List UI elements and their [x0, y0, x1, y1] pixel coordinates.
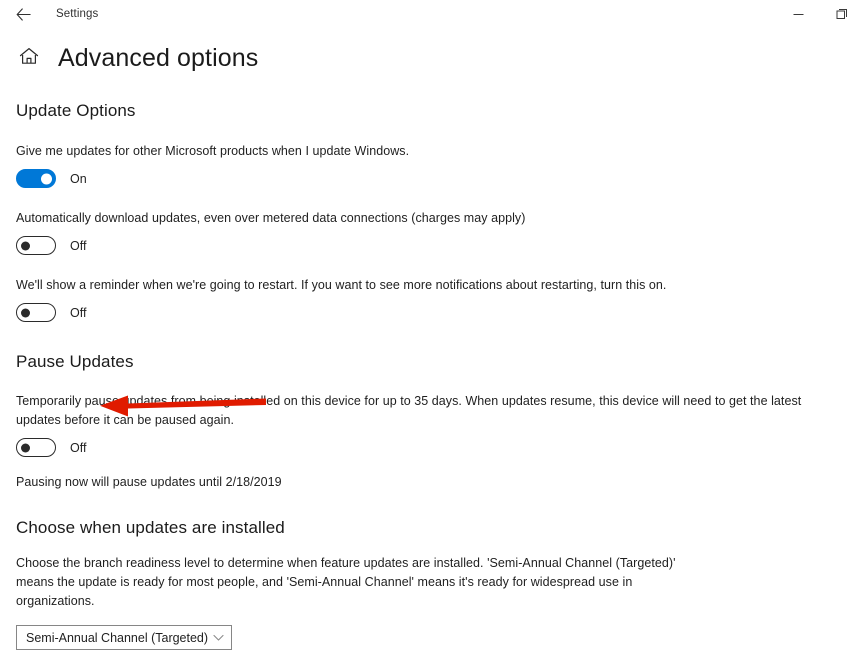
- toggle-knob: [21, 241, 30, 250]
- branch-readiness-value: Semi-Annual Channel (Targeted): [26, 630, 209, 645]
- pause-updates-toggle[interactable]: [16, 438, 56, 457]
- toggle-state-label: Off: [70, 305, 87, 320]
- setting-pause-updates: Temporarily pause updates from being ins…: [16, 392, 848, 492]
- minimize-button[interactable]: [776, 0, 820, 28]
- window-controls: [776, 0, 864, 28]
- section-update-options: Update Options Give me updates for other…: [16, 101, 848, 322]
- branch-readiness-dropdown[interactable]: Semi-Annual Channel (Targeted): [16, 625, 232, 650]
- setting-description: We'll show a reminder when we're going t…: [16, 278, 667, 292]
- title-bar: Settings: [0, 0, 864, 28]
- minimize-icon: [793, 9, 804, 20]
- section-choose-when-installed: Choose when updates are installed Choose…: [16, 518, 848, 650]
- settings-content: Update Options Give me updates for other…: [0, 101, 864, 650]
- restart-reminder-toggle[interactable]: [16, 303, 56, 322]
- setting-microsoft-products: Give me updates for other Microsoft prod…: [16, 142, 848, 188]
- home-button[interactable]: [16, 46, 42, 72]
- setting-description: Temporarily pause updates from being ins…: [16, 394, 802, 427]
- microsoft-products-toggle[interactable]: [16, 169, 56, 188]
- setting-description: Automatically download updates, even ove…: [16, 211, 526, 225]
- back-button[interactable]: [6, 1, 40, 27]
- toggle-knob: [41, 173, 52, 184]
- toggle-state-label: Off: [70, 238, 87, 253]
- chevron-down-icon: [213, 634, 224, 642]
- branch-readiness-description: Choose the branch readiness level to det…: [16, 556, 676, 608]
- app-title: Settings: [56, 8, 99, 20]
- page-title: Advanced options: [58, 44, 259, 72]
- restore-icon: [836, 8, 848, 20]
- toggle-state-label: On: [70, 171, 87, 186]
- restore-button[interactable]: [820, 0, 864, 28]
- section-pause-updates: Pause Updates Temporarily pause updates …: [16, 352, 848, 492]
- setting-description: Give me updates for other Microsoft prod…: [16, 144, 410, 158]
- section-heading-update-options: Update Options: [16, 101, 136, 120]
- page-header: Advanced options: [0, 44, 864, 73]
- section-heading-choose-when-installed: Choose when updates are installed: [16, 518, 285, 537]
- toggle-knob: [21, 443, 30, 452]
- pause-until-note: Pausing now will pause updates until 2/1…: [16, 475, 282, 489]
- toggle-knob: [21, 308, 30, 317]
- setting-restart-reminder: We'll show a reminder when we're going t…: [16, 276, 848, 322]
- metered-download-toggle[interactable]: [16, 236, 56, 255]
- section-heading-pause-updates: Pause Updates: [16, 352, 134, 371]
- home-icon: [19, 47, 39, 70]
- back-arrow-icon: [15, 7, 31, 21]
- setting-metered-download: Automatically download updates, even ove…: [16, 209, 848, 255]
- toggle-state-label: Off: [70, 440, 87, 455]
